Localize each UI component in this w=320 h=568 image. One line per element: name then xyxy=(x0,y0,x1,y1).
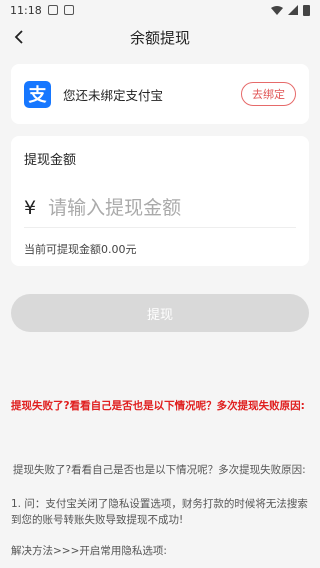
bind-status-text: 您还未绑定支付宝 xyxy=(63,87,164,103)
nav-bar: 余额提现 xyxy=(0,20,320,54)
page-title: 余额提现 xyxy=(129,28,190,47)
wifi-icon xyxy=(271,5,283,15)
available-balance-text: 当前可提现金额0.00元 xyxy=(24,243,137,256)
help-paragraph-3: 解决方法>>>开启常用隐私选项: xyxy=(11,545,167,557)
signal-icon xyxy=(288,5,298,15)
amount-label: 提现金额 xyxy=(24,153,77,168)
status-time: 11:18 xyxy=(10,3,42,17)
status-bar: 11:18 xyxy=(0,0,320,20)
bind-alipay-button[interactable]: 去绑定 xyxy=(241,82,296,106)
notification-icon xyxy=(47,5,58,15)
amount-input-row: ¥ xyxy=(24,188,296,228)
back-button[interactable] xyxy=(6,24,32,50)
battery-icon xyxy=(303,4,310,16)
chevron-left-icon xyxy=(14,30,23,44)
help-paragraph-2: 1. 问：支付宝关闭了隐私设置选项，财务打款的时候将无法搜索到您的账号转账失败导… xyxy=(11,498,308,526)
withdraw-button[interactable]: 提现 xyxy=(11,294,309,332)
alipay-bind-card: 支 您还未绑定支付宝 去绑定 xyxy=(11,64,309,124)
amount-input[interactable] xyxy=(48,196,296,219)
alipay-icon: 支 xyxy=(24,80,51,108)
help-title: 提现失败了?看看自己是否也是以下情况呢？多次提现失败原因: xyxy=(11,400,305,412)
help-paragraph-1: 提现失败了?看看自己是否也是以下情况呢？多次提现失败原因: xyxy=(13,464,306,476)
withdraw-amount-card: 提现金额 ¥ 当前可提现金额0.00元 xyxy=(11,136,309,266)
app-notification-icon xyxy=(63,5,74,15)
currency-symbol: ¥ xyxy=(24,196,37,219)
